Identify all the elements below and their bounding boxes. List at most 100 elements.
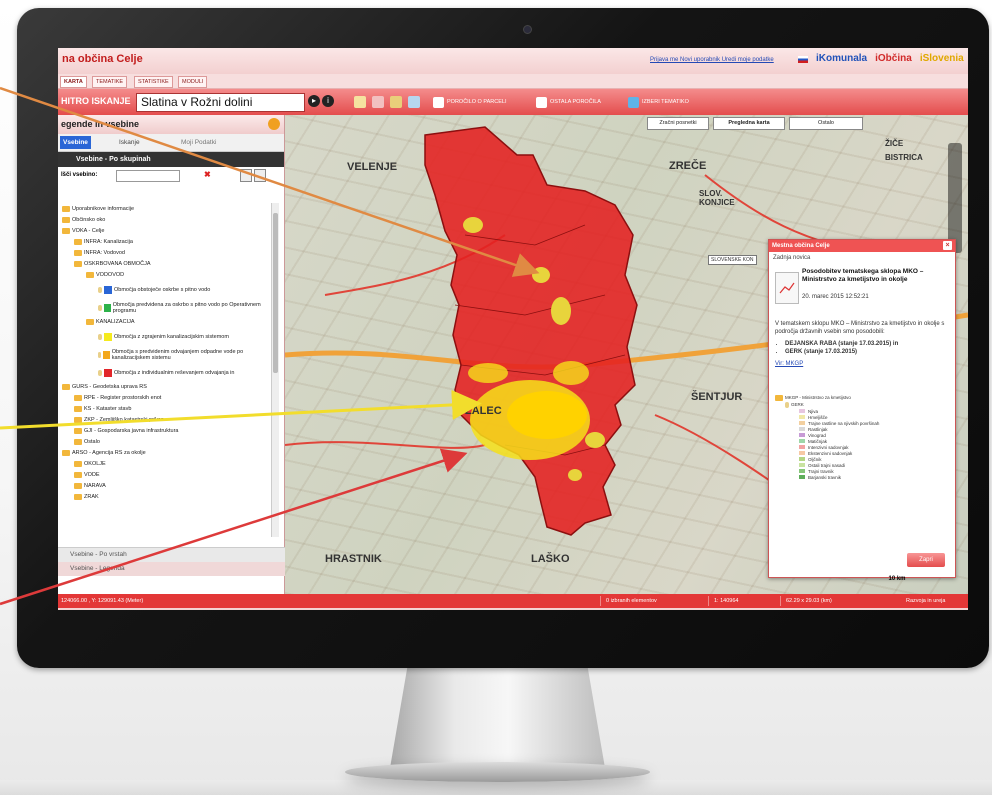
- municipality-region: [424, 126, 638, 536]
- tab-tematike[interactable]: TEMATIKE: [92, 76, 128, 88]
- status-divider: [780, 596, 781, 606]
- choose-thematic-button[interactable]: IZBERI TEMATIKO: [628, 95, 689, 109]
- close-button[interactable]: Zapri: [907, 553, 945, 567]
- tree-item[interactable]: VODOVOD: [86, 271, 124, 279]
- tree-item[interactable]: RPE - Register prostorskih enot: [74, 394, 161, 402]
- folder-icon: [86, 319, 94, 325]
- panel-footer-types[interactable]: Vsebine - Po vrstah: [58, 547, 296, 562]
- road: [285, 441, 486, 449]
- bulb-icon[interactable]: [98, 334, 102, 340]
- bulb-icon[interactable]: [98, 352, 102, 358]
- settlement-area: [551, 297, 571, 325]
- tree-item[interactable]: Ostalo: [74, 438, 100, 446]
- urban-area: [553, 361, 589, 385]
- collapse-icon[interactable]: [240, 169, 252, 182]
- town-label: HRASTNIK: [325, 553, 382, 565]
- clear-icon[interactable]: ✖: [204, 170, 211, 179]
- bulb-icon[interactable]: [98, 305, 102, 311]
- tree-item-label: ZRAK: [84, 494, 99, 500]
- scroll-thumb[interactable]: [273, 213, 278, 373]
- folder-icon: [74, 428, 82, 434]
- tab-statistike[interactable]: STATISTIKE: [134, 76, 173, 88]
- tree-item[interactable]: ZRAK: [74, 493, 99, 501]
- bulb-icon[interactable]: [98, 287, 102, 293]
- tree-item[interactable]: GURS - Geodetska uprava RS: [62, 383, 147, 391]
- folder-icon: [74, 472, 82, 478]
- tree-item[interactable]: OSKRBOVANA OBMOČJA: [74, 260, 151, 268]
- aerial-photos-button[interactable]: Zračni posnetki: [647, 117, 709, 130]
- legend-group[interactable]: MKGP - Ministrstvo za kmetijstvo: [775, 394, 949, 401]
- tree-item[interactable]: Območja z zgrajenim kanalizacijskim sist…: [98, 329, 267, 345]
- panel-footer-legend[interactable]: Vsebine - Legenda: [58, 562, 296, 576]
- bulb-icon[interactable]: [98, 370, 102, 376]
- home-icon[interactable]: [372, 96, 384, 108]
- legend-swatch: [104, 286, 112, 294]
- tree-item[interactable]: KS - Kataster stavb: [74, 405, 131, 413]
- news-source[interactable]: Vir: MKGP: [775, 360, 949, 368]
- news-title[interactable]: Posodobitev tematskega sklopa MKO – Mini…: [802, 268, 950, 284]
- tree-item[interactable]: Uporabnikove informacije: [62, 205, 134, 213]
- layers-icon[interactable]: [354, 96, 366, 108]
- tab-moji-podatki[interactable]: Moji Podatki: [178, 136, 219, 149]
- other-maps-button[interactable]: Ostalo: [789, 117, 863, 130]
- tree-item-label: Območja z individualnim reševanjem odvaj…: [114, 370, 235, 376]
- legend-swatch: [799, 415, 805, 419]
- tree-item-label: INFRA: Kanalizacija: [84, 239, 133, 245]
- expand-icon[interactable]: [254, 169, 266, 182]
- legend-swatch: [799, 421, 805, 425]
- tree-scrollbar[interactable]: [271, 203, 279, 537]
- header-links[interactable]: Prijava me Novi uporabnik Uredi moje pod…: [650, 57, 774, 63]
- legend-swatch: [104, 369, 112, 377]
- tree-item[interactable]: ARSO - Agencija RS za okolje: [62, 449, 146, 457]
- folder-icon: [62, 228, 70, 234]
- tab-iskanje[interactable]: Iskanje: [116, 136, 143, 149]
- report-parcel-button[interactable]: POROČILO O PARCELI: [433, 95, 507, 109]
- overview-map-button[interactable]: Pregledna karta: [713, 117, 785, 130]
- search-go-icon[interactable]: ▸: [308, 95, 320, 107]
- close-icon[interactable]: ×: [943, 241, 952, 250]
- version-info[interactable]: Razvoja in ureja: [906, 594, 945, 608]
- tree-item[interactable]: KANALIZACIJA: [86, 318, 135, 326]
- folder-icon: [74, 250, 82, 256]
- tree-item[interactable]: GJI - Gospodarska javna infrastruktura: [74, 427, 178, 435]
- brand-islovenia[interactable]: iSlovenia: [920, 53, 964, 64]
- panel-tabs: Vsebine Iskanje Moji Podatki: [58, 134, 284, 152]
- tree-item[interactable]: Območja s predvidenim odvajanjem odpadne…: [98, 347, 267, 363]
- info-icon[interactable]: i: [322, 95, 334, 107]
- tree-item[interactable]: ZKP - Zemljiško katastrski prikaz: [74, 416, 164, 424]
- slovenia-flag-icon: [798, 56, 808, 63]
- tree-item[interactable]: Območja obstoječe oskrbe s pitno vodo: [98, 282, 267, 298]
- tree-item[interactable]: Občinsko oko: [62, 216, 105, 224]
- content-search-input[interactable]: [116, 170, 180, 182]
- folder-icon: [74, 461, 82, 467]
- tree-item[interactable]: VODE: [74, 471, 100, 479]
- quick-search-input[interactable]: Slatina v Rožni dolini: [136, 93, 305, 112]
- tree-item[interactable]: VOKA - Celje: [62, 227, 104, 235]
- tree-item-label: ZKP - Zemljiško katastrski prikaz: [84, 417, 164, 423]
- zoom-control[interactable]: [948, 143, 962, 253]
- tree-item[interactable]: Območja predvidena za oskrbo s pitno vod…: [98, 300, 267, 316]
- tree-item[interactable]: Območja z individualnim reševanjem odvaj…: [98, 365, 267, 381]
- other-reports-button[interactable]: OSTALA POROČILA: [536, 95, 601, 109]
- legend-label: Rastlinjak: [808, 426, 828, 432]
- toolbar: HITRO ISKANJE Slatina v Rožni dolini ▸ i…: [58, 89, 968, 115]
- tree-item-label: GJI - Gospodarska javna infrastruktura: [84, 428, 179, 434]
- legend-subgroup[interactable]: GERK: [785, 401, 949, 408]
- tree-item[interactable]: OKOLJE: [74, 460, 106, 468]
- legend-swatch: [799, 457, 805, 461]
- monitor-base: [345, 762, 650, 782]
- pin-icon[interactable]: [268, 118, 280, 130]
- tab-karta[interactable]: KARTA: [60, 76, 87, 88]
- brand-ikomunala[interactable]: iKomunala: [816, 53, 867, 64]
- person-icon[interactable]: [390, 96, 402, 108]
- tab-moduli[interactable]: MODULI: [178, 76, 208, 88]
- tree-item[interactable]: INFRA: Kanalizacija: [74, 238, 133, 246]
- report-parcel-label: POROČILO O PARCELI: [447, 99, 507, 105]
- group-header[interactable]: Vsebine - Po skupinah: [58, 152, 284, 167]
- tab-vsebine[interactable]: Vsebine: [60, 136, 91, 149]
- measure-icon[interactable]: [408, 96, 420, 108]
- brand-iobcina[interactable]: iObčina: [875, 53, 912, 64]
- folder-icon: [74, 483, 82, 489]
- tree-item[interactable]: INFRA: Vodovod: [74, 249, 125, 257]
- tree-item[interactable]: NARAVA: [74, 482, 106, 490]
